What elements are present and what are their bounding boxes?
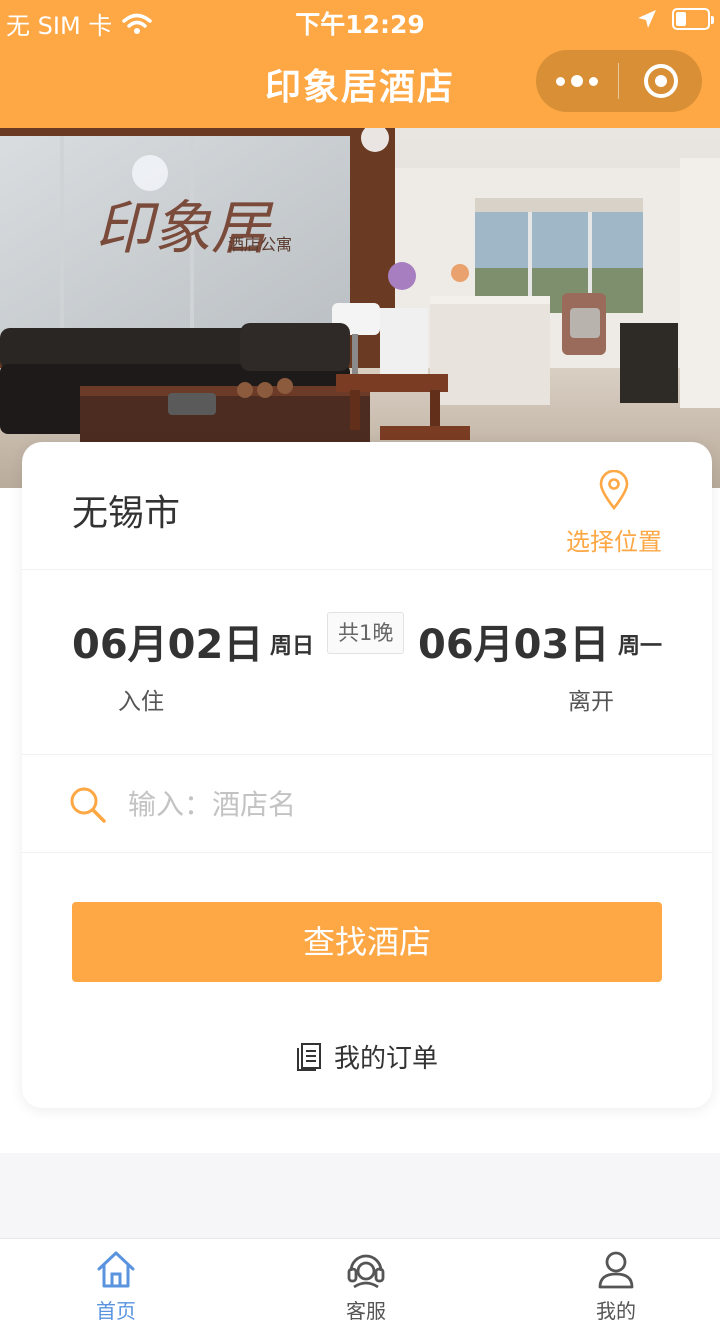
checkout-label: 离开 xyxy=(568,689,614,715)
order-list-icon xyxy=(296,1042,321,1071)
user-icon xyxy=(598,1251,634,1289)
tab-customer-service-label: 客服 xyxy=(346,1299,386,1323)
checkout-date[interactable]: 06月03日 xyxy=(418,612,609,670)
target-icon xyxy=(643,64,678,98)
booking-card: 无锡市 选择位置 06月02日 周日 共1晚 06月03日 周一 入住 离开 查… xyxy=(22,442,712,1108)
dot-icon xyxy=(571,75,583,87)
headset-icon xyxy=(347,1254,385,1289)
location-pin-icon xyxy=(599,469,629,511)
dot-icon xyxy=(556,76,565,86)
nights-badge: 共1晚 xyxy=(327,612,405,654)
hotel-search-row xyxy=(22,755,712,853)
tab-mine-label: 我的 xyxy=(596,1299,636,1323)
checkin-weekday: 周日 xyxy=(270,634,315,659)
checkin-label: 入住 xyxy=(118,689,164,715)
checkout-weekday: 周一 xyxy=(618,634,663,659)
checkin-date[interactable]: 06月02日 xyxy=(72,612,263,670)
search-icon xyxy=(70,787,106,823)
close-mini-program-button[interactable] xyxy=(619,64,702,98)
choose-location-button[interactable]: 选择位置 xyxy=(566,469,662,557)
tab-home[interactable]: 首页 xyxy=(56,1249,176,1324)
hotel-banner-image: 印象居 酒店公寓 xyxy=(0,128,720,488)
my-orders-label: 我的订单 xyxy=(333,1044,438,1074)
city-row[interactable]: 无锡市 选择位置 xyxy=(22,442,712,570)
city-name[interactable]: 无锡市 xyxy=(72,484,180,536)
tab-home-label: 首页 xyxy=(96,1299,136,1323)
find-hotel-button[interactable]: 查找酒店 xyxy=(72,902,662,982)
nav-bar: 印象居酒店 xyxy=(0,40,720,128)
dot-icon xyxy=(589,76,598,86)
tab-customer-service[interactable]: 客服 xyxy=(306,1249,426,1324)
status-time: 下午12:29 xyxy=(295,10,425,39)
location-arrow-icon xyxy=(638,10,656,28)
more-menu-button[interactable] xyxy=(536,50,618,112)
choose-location-label: 选择位置 xyxy=(566,528,662,556)
banner-sign-sub: 酒店公寓 xyxy=(228,235,292,254)
status-right xyxy=(636,8,714,30)
status-bar: 无 SIM 卡 下午12:29 xyxy=(0,0,720,40)
date-row[interactable]: 06月02日 周日 共1晚 06月03日 周一 入住 离开 xyxy=(22,570,712,755)
battery-icon xyxy=(672,8,714,30)
mini-program-capsule xyxy=(536,50,702,112)
hotel-search-input[interactable] xyxy=(128,779,648,829)
tab-bar: 首页 客服 我的 xyxy=(0,1238,720,1334)
my-orders-link[interactable]: 我的订单 xyxy=(22,1038,712,1075)
home-icon xyxy=(97,1251,135,1288)
tab-mine[interactable]: 我的 xyxy=(556,1249,676,1324)
